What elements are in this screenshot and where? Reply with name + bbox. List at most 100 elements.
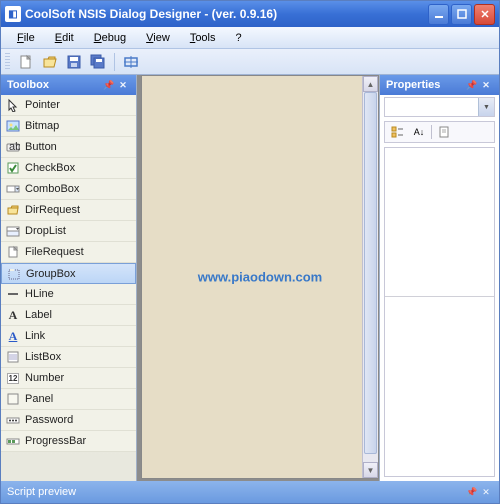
properties-splitter[interactable] [385,296,494,300]
toolbox-item-label: DirRequest [25,204,80,216]
toolbox-item-label: HLine [25,288,54,300]
toolbox-item-label: Label [25,309,52,321]
chevron-down-icon[interactable]: ▼ [478,98,494,116]
maximize-button[interactable] [451,4,472,25]
properties-object-combo[interactable]: ▼ [384,97,495,117]
toolbox-item-label: ListBox [25,351,61,363]
open-button[interactable] [39,51,61,73]
menu-help[interactable]: ? [226,29,252,47]
save-button[interactable] [63,51,85,73]
watermark-text: www.piaodown.com [198,270,322,285]
properties-title: Properties [386,79,440,91]
properties-grid[interactable] [384,147,495,477]
listbox-icon [5,349,21,365]
menu-debug[interactable]: Debug [84,29,136,47]
dirrequest-icon [5,202,21,218]
toolbox-header: Toolbox 📌 ✕ [1,75,136,95]
number-icon: 12 [5,370,21,386]
toolbox-item-listbox[interactable]: ListBox [1,347,136,368]
script-preview-title: Script preview [7,486,76,498]
toolbox-item-label: Bitmap [25,120,59,132]
toolbox-item-label: Number [25,372,64,384]
toolbar [1,49,499,75]
groupbox-icon [6,266,22,282]
design-surface-container: www.piaodown.com ▲ ▼ [137,75,379,481]
scroll-down-icon[interactable]: ▼ [363,462,378,478]
pin-icon[interactable]: 📌 [465,78,479,92]
toolbox-item-label: Pointer [25,99,60,111]
toolbox-item-combobox[interactable]: ComboBox [1,179,136,200]
toolbox-item-label: DropList [25,225,66,237]
hline-icon [5,286,21,302]
toolbox-panel: Toolbox 📌 ✕ Pointer Bitmap ab Button CheckBo… [1,75,137,481]
toolbox-item-label: ProgressBar [25,435,86,447]
toolbox-item-checkbox[interactable]: CheckBox [1,158,136,179]
scroll-up-icon[interactable]: ▲ [363,76,378,92]
toolbox-item-bitmap[interactable]: Bitmap [1,116,136,137]
toolbox-item-label: GroupBox [26,268,76,280]
toolbox-item-number[interactable]: 12 Number [1,368,136,389]
checkbox-icon [5,160,21,176]
toolbox-item-link[interactable]: ALink [1,326,136,347]
toolbox-item-label[interactable]: A Label [1,305,136,326]
combobox-icon [5,181,21,197]
app-icon: ◧ [5,6,21,22]
toolbox-item-label: CheckBox [25,162,75,174]
window-buttons [428,4,495,25]
toolbox-item-label: Panel [25,393,53,405]
vertical-scrollbar[interactable]: ▲ ▼ [362,76,378,478]
script-preview-panel: Script preview 📌 ✕ [1,481,499,503]
menu-edit[interactable]: Edit [45,29,84,47]
save-all-button[interactable] [87,51,109,73]
toolbox-item-groupbox[interactable]: GroupBox [1,263,136,284]
toolbox-item-progressbar[interactable]: ProgressBar [1,431,136,452]
toolbox-item-label: Button [25,141,57,153]
label-icon: A [5,307,21,323]
close-panel-icon[interactable]: ✕ [479,485,493,499]
close-panel-icon[interactable]: ✕ [479,78,493,92]
properties-panel: Properties 📌 ✕ ▼ A↓ [379,75,499,481]
toolbox-item-password[interactable]: Password [1,410,136,431]
new-button[interactable] [15,51,37,73]
main-area: Toolbox 📌 ✕ Pointer Bitmap ab Button CheckBo… [1,75,499,481]
close-panel-icon[interactable]: ✕ [116,78,130,92]
pin-icon[interactable]: 📌 [102,78,116,92]
password-icon [5,412,21,428]
toolbox-item-pointer[interactable]: Pointer [1,95,136,116]
cursor-icon [5,97,21,113]
design-surface[interactable]: www.piaodown.com ▲ ▼ [141,75,379,479]
menu-view[interactable]: View [136,29,180,47]
toolbox-list: Pointer Bitmap ab Button CheckBox ComboBox Dir… [1,95,136,481]
window-titlebar: ◧ CoolSoft NSIS Dialog Designer - (ver. … [1,1,499,27]
toolbox-item-hline[interactable]: HLine [1,284,136,305]
properties-header: Properties 📌 ✕ [380,75,499,95]
droplist-icon [5,223,21,239]
properties-page-icon[interactable] [434,123,454,141]
filerequest-icon [5,244,21,260]
button-icon: ab [5,139,21,155]
pin-icon[interactable]: 📌 [465,485,479,499]
categorized-icon[interactable] [387,123,407,141]
menu-tools[interactable]: Tools [180,29,226,47]
close-button[interactable] [474,4,495,25]
bitmap-icon [5,118,21,134]
toolbox-item-label: Link [25,330,45,342]
toolbox-item-dirrequest[interactable]: DirRequest [1,200,136,221]
menu-file[interactable]: File [7,29,45,47]
toolbox-item-panel[interactable]: Panel [1,389,136,410]
toolbar-separator [114,53,115,71]
panel-icon [5,391,21,407]
minimize-button[interactable] [428,4,449,25]
toolbox-item-filerequest[interactable]: FileRequest [1,242,136,263]
toolbar-grip[interactable] [5,53,10,71]
toolbox-item-label: Password [25,414,73,426]
properties-toolbar: A↓ [384,121,495,143]
toolbox-item-label: FileRequest [25,246,84,258]
resize-button[interactable] [120,51,142,73]
toolbox-title: Toolbox [7,79,49,91]
toolbox-item-droplist[interactable]: DropList [1,221,136,242]
progressbar-icon [5,433,21,449]
alphabetical-sort-icon[interactable]: A↓ [409,123,429,141]
scroll-thumb[interactable] [364,92,377,454]
toolbox-item-button[interactable]: ab Button [1,137,136,158]
